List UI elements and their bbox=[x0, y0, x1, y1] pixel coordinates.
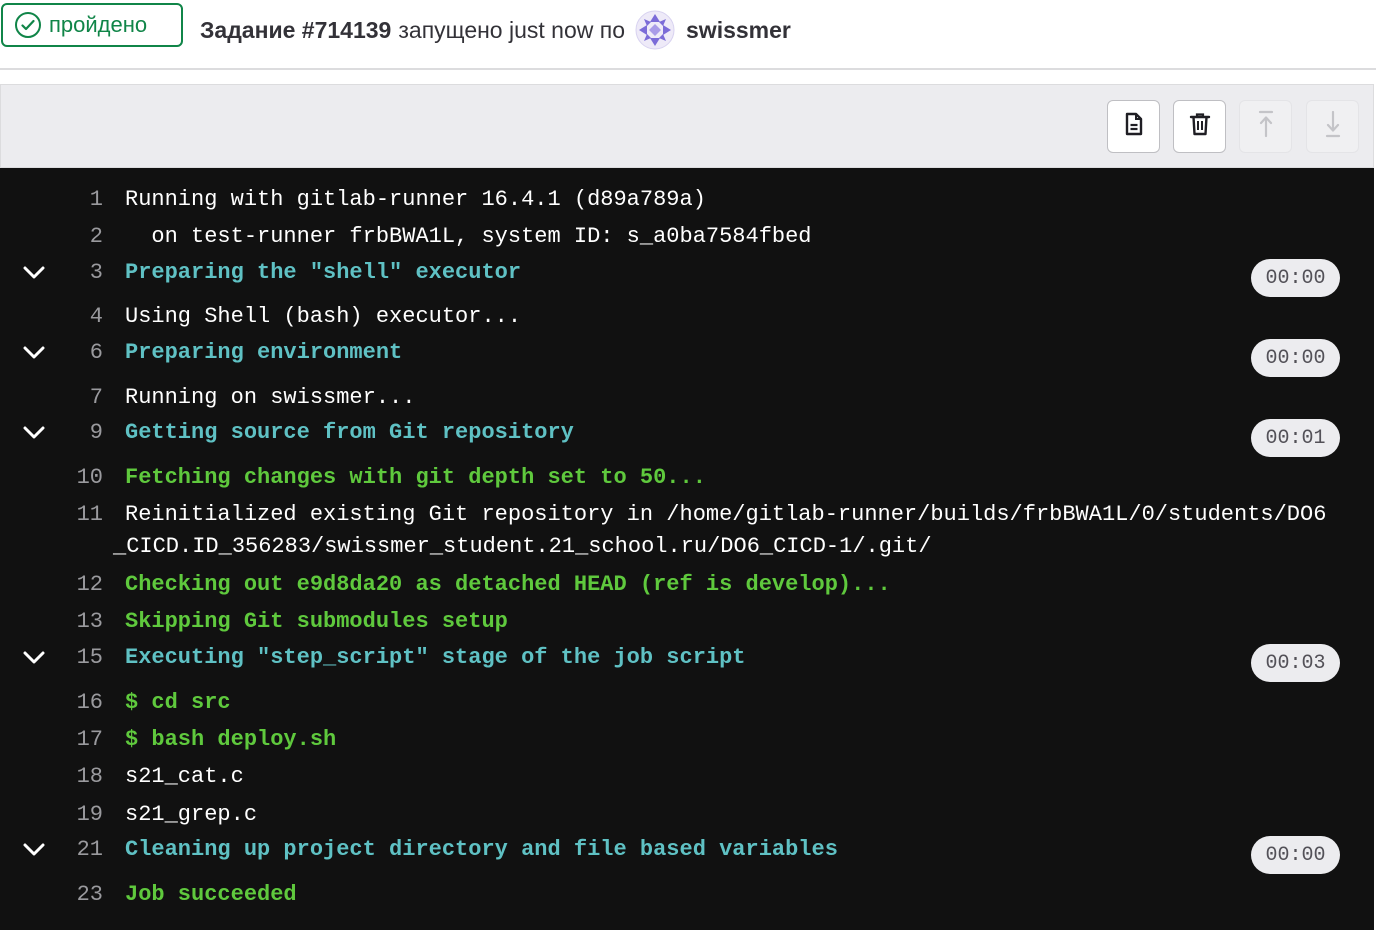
scroll-to-bottom-button[interactable] bbox=[1306, 100, 1359, 153]
started-text: запущено just now по bbox=[398, 16, 626, 43]
line-text: s21_cat.c bbox=[125, 764, 244, 789]
section-title: Cleaning up project directory and file b… bbox=[125, 837, 838, 862]
line-number[interactable]: 6 bbox=[55, 337, 103, 369]
line-number[interactable]: 12 bbox=[55, 569, 103, 601]
job-log: 1 Running with gitlab-runner 16.4.1 (d89… bbox=[0, 168, 1374, 930]
line-number[interactable]: 15 bbox=[55, 642, 103, 674]
line-number[interactable]: 7 bbox=[55, 382, 103, 414]
line-text: Running with gitlab-runner 16.4.1 (d89a7… bbox=[125, 187, 706, 212]
line-number[interactable]: 13 bbox=[55, 606, 103, 638]
line-text: Skipping Git submodules setup bbox=[125, 609, 508, 634]
scroll-to-bottom-icon bbox=[1324, 110, 1342, 143]
line-number[interactable]: 3 bbox=[55, 257, 103, 289]
section-duration-badge: 00:01 bbox=[1251, 419, 1340, 457]
line-number[interactable]: 10 bbox=[55, 462, 103, 494]
user-avatar[interactable] bbox=[635, 10, 675, 50]
line-text: Reinitialized existing Git repository in… bbox=[125, 502, 1327, 527]
status-label: пройдено bbox=[49, 12, 148, 37]
raw-log-icon bbox=[1123, 112, 1145, 141]
chevron-down-icon[interactable] bbox=[23, 337, 45, 369]
line-number[interactable]: 18 bbox=[55, 761, 103, 793]
line-text: Fetching changes with git depth set to 5… bbox=[125, 465, 706, 490]
job-header: пройдено Задание #714139 запущено just n… bbox=[0, 0, 1376, 70]
section-title: Executing "step_script" stage of the job… bbox=[125, 645, 746, 670]
chevron-down-icon[interactable] bbox=[23, 834, 45, 866]
section-duration-badge: 00:00 bbox=[1251, 259, 1340, 297]
line-text: Checking out e9d8da20 as detached HEAD (… bbox=[125, 572, 891, 597]
line-text: Running on swissmer... bbox=[125, 385, 416, 410]
line-number[interactable]: 16 bbox=[55, 687, 103, 719]
chevron-down-icon[interactable] bbox=[23, 642, 45, 674]
line-text: Job succeeded bbox=[125, 882, 297, 907]
show-raw-button[interactable] bbox=[1107, 100, 1160, 153]
section-title: Preparing the "shell" executor bbox=[125, 260, 522, 285]
line-number[interactable]: 17 bbox=[55, 724, 103, 756]
scroll-to-top-button[interactable] bbox=[1239, 100, 1292, 153]
section-duration-badge: 00:03 bbox=[1251, 644, 1340, 682]
line-text-wrapped: _CICD.ID_356283/swissmer_student.21_scho… bbox=[113, 534, 932, 559]
line-number[interactable]: 23 bbox=[55, 879, 103, 911]
status-badge[interactable]: пройдено bbox=[1, 3, 183, 47]
job-meta: Задание #714139 запущено just now по swi… bbox=[200, 10, 791, 50]
job-id: Задание #714139 bbox=[200, 16, 392, 43]
username-link[interactable]: swissmer bbox=[686, 17, 791, 44]
chevron-down-icon[interactable] bbox=[23, 257, 45, 289]
line-number[interactable]: 2 bbox=[55, 221, 103, 253]
line-text: s21_grep.c bbox=[125, 802, 258, 827]
section-duration-badge: 00:00 bbox=[1251, 836, 1340, 874]
line-number[interactable]: 1 bbox=[55, 184, 103, 216]
line-text: $ bash deploy.sh bbox=[125, 727, 337, 752]
line-text: $ cd src bbox=[125, 690, 231, 715]
log-toolbar bbox=[0, 84, 1374, 168]
line-text: Using Shell (bash) executor... bbox=[125, 304, 522, 329]
check-circle-icon bbox=[15, 12, 41, 38]
line-number[interactable]: 9 bbox=[55, 417, 103, 449]
scroll-to-top-icon bbox=[1257, 110, 1275, 143]
section-title: Preparing environment bbox=[125, 340, 403, 365]
line-number[interactable]: 11 bbox=[55, 499, 103, 531]
section-duration-badge: 00:00 bbox=[1251, 339, 1340, 377]
section-title: Getting source from Git repository bbox=[125, 420, 574, 445]
line-text: on test-runner frbBWA1L, system ID: s_a0… bbox=[125, 224, 812, 249]
line-number[interactable]: 19 bbox=[55, 799, 103, 831]
line-number[interactable]: 21 bbox=[55, 834, 103, 866]
line-number[interactable]: 4 bbox=[55, 301, 103, 333]
erase-log-button[interactable] bbox=[1173, 100, 1226, 153]
chevron-down-icon[interactable] bbox=[23, 417, 45, 449]
trash-icon bbox=[1189, 112, 1211, 141]
